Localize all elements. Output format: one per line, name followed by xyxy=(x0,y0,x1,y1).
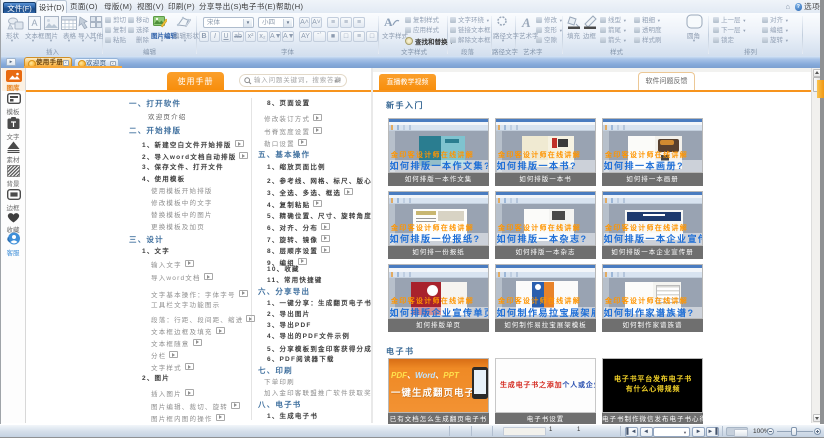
svg-text:A: A xyxy=(384,15,393,28)
svg-text:A: A xyxy=(31,18,37,28)
svg-text:A: A xyxy=(521,15,531,28)
